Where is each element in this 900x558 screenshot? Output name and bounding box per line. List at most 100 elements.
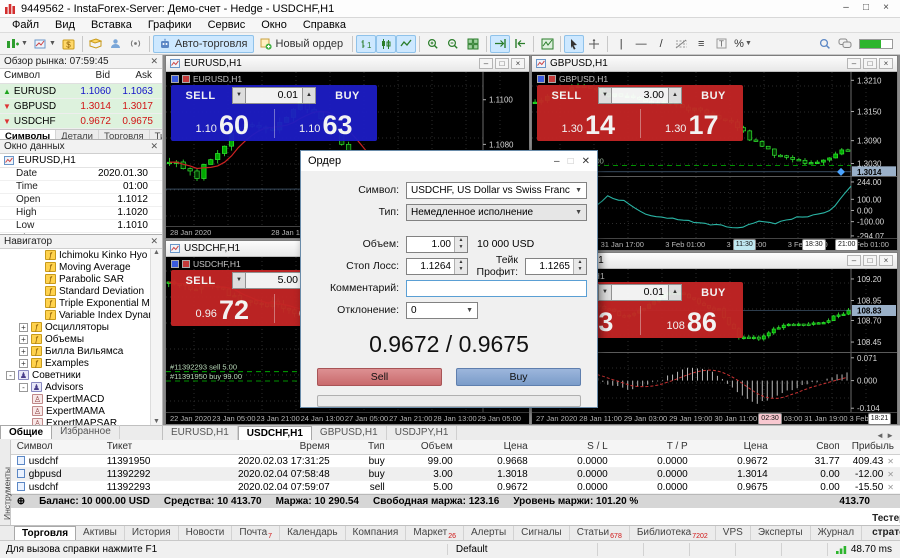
mw-col-Ask[interactable]: Ask (114, 69, 156, 83)
maximize-button[interactable]: □ (856, 2, 876, 16)
vertical-line-tool[interactable]: | (611, 35, 631, 53)
oneclick-toggle-icon[interactable] (171, 75, 179, 83)
market-watch-row[interactable]: ▼USDCHF0.96720.9675 (0, 114, 162, 129)
chart-tab-USDJPY,H1[interactable]: USDJPY,H1 (387, 426, 458, 440)
one-click-sell-button[interactable]: SELL (171, 275, 230, 287)
navigator-item-Examples[interactable]: +ƒExamples (0, 357, 162, 369)
chat-icon[interactable] (835, 35, 855, 53)
market-watch-row[interactable]: ▼GBPUSD1.30141.3017 (0, 99, 162, 114)
mw-col-Bid[interactable]: Bid (72, 69, 114, 83)
wallet-icon[interactable] (86, 35, 106, 53)
expand-icon[interactable]: + (19, 347, 28, 356)
expand-icon[interactable]: ⊕ (17, 496, 25, 507)
menu-item-Окно[interactable]: Окно (253, 18, 295, 33)
signal-icon[interactable] (126, 35, 146, 53)
volume-up-icon[interactable]: ▲ (302, 87, 316, 104)
navigator-item-Parabolic SAR[interactable]: ƒParabolic SAR (0, 273, 162, 285)
menu-item-Вставка[interactable]: Вставка (83, 18, 140, 33)
navigator-item-ExpertMACD[interactable]: ♙ExpertMACD (0, 393, 162, 405)
bar-chart-mode-button[interactable]: 1 (356, 35, 376, 53)
chart-tab-GBPUSD,H1[interactable]: GBPUSD,H1 (312, 426, 387, 440)
terminal-col-S / L[interactable]: S / L (534, 440, 614, 454)
market-watch-tab-Символы[interactable]: Символы (0, 130, 56, 140)
navigator-item-Triple Exponential Movin[interactable]: ƒTriple Exponential Movin (0, 297, 162, 309)
trendline-tool[interactable]: / (651, 35, 671, 53)
comment-input[interactable] (406, 280, 587, 297)
bottom-tab-Маркет[interactable]: Маркет26 (406, 526, 464, 540)
chart-close-button[interactable]: × (511, 58, 525, 69)
navigator-item-Осцилляторы[interactable]: +ƒОсцилляторы (0, 321, 162, 333)
crosshair-tool-button[interactable] (584, 35, 604, 53)
buy-price[interactable]: 1.3017 (641, 106, 744, 141)
navigator-tab-Общие[interactable]: Общие (0, 425, 52, 439)
volume-value[interactable]: 0.01 (612, 284, 668, 301)
navigator-item-Объемы[interactable]: +ƒОбъемы (0, 333, 162, 345)
bottom-tab-VPS[interactable]: VPS (716, 526, 751, 540)
sell-price[interactable]: 1.3014 (537, 106, 640, 141)
chart-close-button[interactable]: × (879, 58, 893, 69)
chart-maximize-button[interactable]: □ (863, 255, 877, 266)
volume-down-icon[interactable]: ▼ (598, 87, 612, 104)
bottom-tab-Журнал[interactable]: Журнал (811, 526, 863, 540)
zoom-in-button[interactable] (423, 35, 443, 53)
deviation-select[interactable]: 0▼ (406, 302, 478, 319)
sell-button[interactable]: Sell (317, 368, 442, 386)
terminal-col-Цена[interactable]: Цена (694, 440, 774, 454)
volume-down-icon[interactable]: ▼ (232, 272, 246, 289)
volume-up-icon[interactable]: ▲ (668, 284, 682, 301)
bottom-tab-Торговля[interactable]: Торговля (14, 526, 76, 540)
market-watch-row[interactable]: ▲EURUSD1.10601.1063 (0, 84, 162, 99)
bottom-tab-Алерты[interactable]: Алерты (464, 526, 514, 540)
terminal-col-Тип[interactable]: Тип (336, 440, 391, 454)
bottom-tab-История[interactable]: История (125, 526, 179, 540)
terminal-side-strip[interactable]: Инструменты (0, 440, 11, 525)
horizontal-line-tool[interactable]: — (631, 35, 651, 53)
bottom-tab-Почта[interactable]: Почта7 (232, 526, 280, 540)
cursor-tool-button[interactable] (564, 35, 584, 53)
bottom-tab-Календарь[interactable]: Календарь (280, 526, 345, 540)
tile-windows-button[interactable] (463, 35, 483, 53)
buy-price[interactable]: 1.1063 (275, 106, 378, 141)
search-icon[interactable] (815, 35, 835, 53)
bottom-tab-Сигналы[interactable]: Сигналы (514, 526, 570, 540)
stoploss-stepper[interactable]: 1.1264▲▼ (406, 258, 468, 275)
chart-shift-button[interactable] (510, 35, 530, 53)
menu-item-Справка[interactable]: Справка (295, 18, 354, 33)
dialog-close-button[interactable]: ✕ (582, 156, 590, 167)
navigator-item-Advisors[interactable]: -♟Advisors (0, 381, 162, 393)
navigator-close-icon[interactable]: ✕ (150, 236, 158, 247)
collapse-icon[interactable]: - (6, 371, 15, 380)
terminal-col-Прибыль[interactable]: Прибыль (846, 440, 900, 454)
volume-up-icon[interactable]: ▲ (668, 87, 682, 104)
bottom-tab-Эксперты[interactable]: Эксперты (751, 526, 811, 540)
profiles-button[interactable]: ▼ (31, 35, 59, 53)
bottom-tab-Активы[interactable]: Активы (76, 526, 125, 540)
close-position-icon[interactable]: ✕ (887, 470, 894, 479)
new-order-button[interactable]: Новый ордер (254, 35, 350, 53)
expand-icon[interactable]: + (19, 323, 28, 332)
expand-icon[interactable]: + (19, 359, 28, 368)
oneclick-toggle-icon[interactable] (537, 75, 545, 83)
volume-stepper[interactable]: 1.00▲▼ (406, 236, 468, 253)
oneclick-toggle-icon[interactable] (182, 260, 190, 268)
new-chart-button[interactable]: ▼ (3, 35, 31, 53)
chart-minimize-button[interactable]: – (847, 58, 861, 69)
account-icon[interactable] (106, 35, 126, 53)
bottom-tab-Библиотека[interactable]: Библиотека7202 (630, 526, 716, 540)
status-profile[interactable]: Default (448, 543, 598, 556)
terminal-row[interactable]: usdchf113922932020.02.04 07:59:07sell5.0… (11, 481, 900, 494)
volume-value[interactable]: 0.01 (246, 87, 302, 104)
terminal-col-Цена[interactable]: Цена (459, 440, 534, 454)
time-axis[interactable]: 22 Jan 202023 Jan 05:0023 Jan 21:0024 Ja… (166, 412, 529, 424)
buy-button[interactable]: Buy (456, 368, 581, 386)
takeprofit-stepper[interactable]: 1.1265▲▼ (525, 258, 587, 275)
sell-price[interactable]: 0.9672 (171, 291, 274, 326)
chart-tab-USDCHF,H1[interactable]: USDCHF,H1 (238, 426, 312, 440)
chart-minimize-button[interactable]: – (847, 255, 861, 266)
terminal-col-Тикет[interactable]: Тикет (101, 440, 196, 454)
terminal-col-Своп[interactable]: Своп (774, 440, 846, 454)
terminal-col-Символ[interactable]: Символ (11, 440, 101, 454)
menu-item-Графики[interactable]: Графики (140, 18, 200, 33)
collapse-icon[interactable]: - (19, 383, 28, 392)
bottom-tab-Статьи[interactable]: Статьи678 (570, 526, 630, 540)
